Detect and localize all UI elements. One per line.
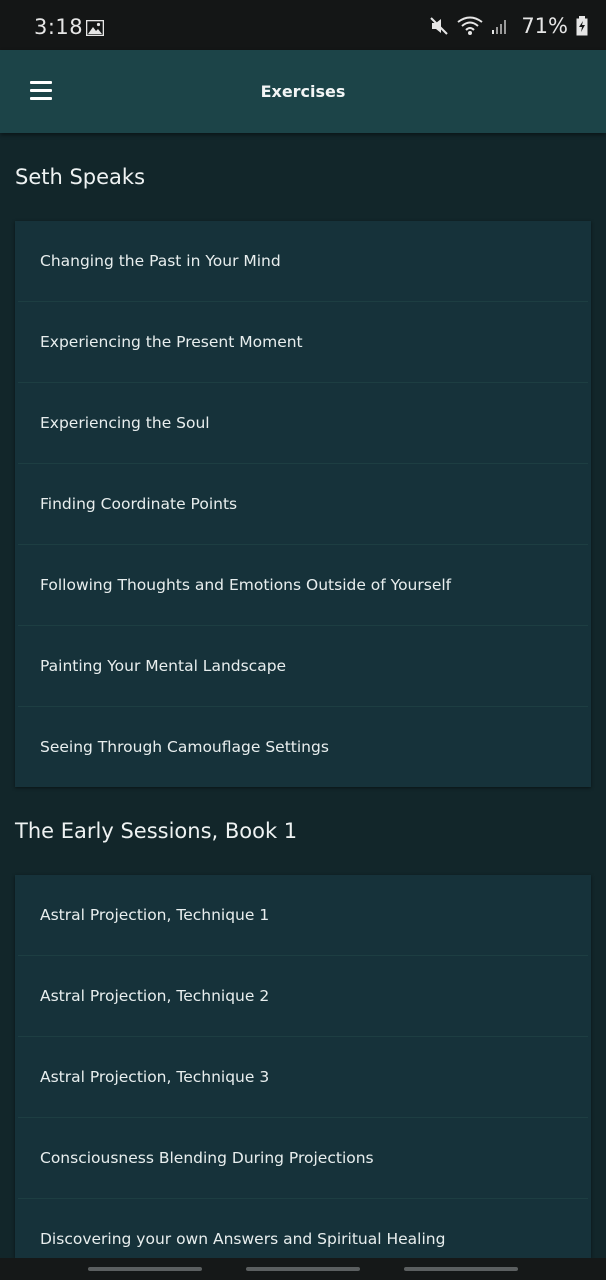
- list-item-label: Seeing Through Camouflage Settings: [40, 738, 329, 756]
- list-item-label: Astral Projection, Technique 1: [40, 906, 270, 924]
- status-icons: 71%: [429, 14, 588, 38]
- list-item-label: Astral Projection, Technique 3: [40, 1068, 270, 1086]
- list-item[interactable]: Experiencing the Present Moment: [18, 302, 588, 383]
- list-item-label: Finding Coordinate Points: [40, 495, 238, 513]
- section-card-seth-speaks: Changing the Past in Your Mind Experienc…: [15, 221, 591, 787]
- battery-percent: 71%: [521, 14, 568, 38]
- list-item-label: Experiencing the Soul: [40, 414, 210, 432]
- nav-recents-button[interactable]: [88, 1267, 202, 1271]
- list-item[interactable]: Changing the Past in Your Mind: [18, 221, 588, 302]
- signal-icon: [492, 20, 507, 34]
- list-item-label: Changing the Past in Your Mind: [40, 252, 281, 270]
- section-title-seth-speaks: Seth Speaks: [15, 165, 146, 189]
- app-bar: Exercises: [0, 50, 606, 133]
- list-item-label: Experiencing the Present Moment: [40, 333, 303, 351]
- list-item[interactable]: Astral Projection, Technique 3: [18, 1037, 588, 1118]
- section-title-early-sessions: The Early Sessions, Book 1: [15, 819, 298, 843]
- list-item-label: Discovering your own Answers and Spiritu…: [40, 1230, 446, 1248]
- list-item-label: Astral Projection, Technique 2: [40, 987, 270, 1005]
- battery-icon: [576, 16, 588, 36]
- nav-home-button[interactable]: [246, 1267, 360, 1271]
- system-nav-bar: [0, 1258, 606, 1280]
- mute-icon: [430, 17, 449, 35]
- list-item[interactable]: Following Thoughts and Emotions Outside …: [18, 545, 588, 626]
- list-item[interactable]: Discovering your own Answers and Spiritu…: [18, 1199, 588, 1258]
- list-item[interactable]: Seeing Through Camouflage Settings: [18, 707, 588, 787]
- list-item-label: Painting Your Mental Landscape: [40, 657, 287, 675]
- list-item[interactable]: Astral Projection, Technique 2: [18, 956, 588, 1037]
- image-icon: [86, 20, 104, 36]
- list-item-label: Following Thoughts and Emotions Outside …: [40, 576, 452, 594]
- list-item[interactable]: Consciousness Blending During Projection…: [18, 1118, 588, 1199]
- list-item[interactable]: Painting Your Mental Landscape: [18, 626, 588, 707]
- list-item[interactable]: Finding Coordinate Points: [18, 464, 588, 545]
- status-bar: 3:18 71%: [0, 0, 606, 50]
- list-item[interactable]: Astral Projection, Technique 1: [18, 875, 588, 956]
- section-card-early-sessions: Astral Projection, Technique 1 Astral Pr…: [15, 875, 591, 1258]
- nav-back-button[interactable]: [404, 1267, 518, 1271]
- status-time: 3:18: [34, 15, 84, 39]
- page-title: Exercises: [260, 82, 346, 101]
- list-item-label: Consciousness Blending During Projection…: [40, 1149, 374, 1167]
- list-item[interactable]: Experiencing the Soul: [18, 383, 588, 464]
- wifi-icon: [457, 16, 483, 35]
